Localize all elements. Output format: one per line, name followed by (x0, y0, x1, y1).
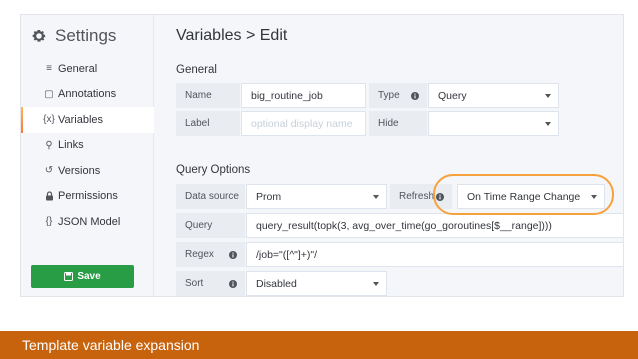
query-input[interactable]: query_result(topk(3, avg_over_time(go_go… (246, 213, 623, 238)
chevron-down-icon (591, 194, 597, 199)
regex-input[interactable]: /job="([^"]+)"/ (246, 242, 623, 267)
save-button-label: Save (77, 271, 101, 282)
regex-label: Regex (185, 249, 214, 260)
save-icon (64, 272, 74, 281)
sidebar-item-label: Links (58, 139, 84, 152)
sort-select-value: Disabled (256, 277, 297, 290)
sidebar-item-variables[interactable]: {x} Variables (21, 107, 154, 133)
type-select[interactable]: Query (428, 83, 559, 108)
variable-icon: {x} (43, 114, 55, 126)
datasource-select-value: Prom (256, 190, 282, 203)
chevron-down-icon (373, 281, 379, 286)
query-label: Query (176, 213, 245, 238)
settings-sidebar: Settings ≡ General ▢ Annotations {x} Var… (21, 15, 154, 296)
link-icon: ⚲ (45, 139, 53, 151)
settings-nav: ≡ General ▢ Annotations {x} Variables ⚲ … (21, 56, 154, 235)
lock-icon (42, 191, 56, 201)
settings-title: Settings (55, 26, 117, 45)
chevron-down-icon (373, 194, 379, 199)
type-label: Type (378, 90, 400, 101)
gear-icon (32, 30, 46, 42)
sidebar-item-label: JSON Model (58, 215, 121, 228)
sidebar-item-label: Versions (58, 164, 101, 177)
sort-label-cell: Sort (176, 271, 245, 296)
section-query-options-title: Query Options (176, 164, 251, 176)
sidebar-item-links[interactable]: ⚲ Links (21, 133, 154, 159)
chevron-down-icon (545, 93, 551, 98)
settings-header: Settings (31, 26, 116, 46)
sidebar-item-label: Annotations (58, 88, 117, 101)
sidebar-item-general[interactable]: ≡ General (21, 56, 154, 82)
json-icon: {} (45, 216, 53, 228)
refresh-label-cell: Refresh (390, 184, 452, 209)
refresh-label: Refresh (399, 191, 435, 202)
label-label: Label (176, 111, 240, 136)
type-select-value: Query (438, 89, 467, 102)
sort-select[interactable]: Disabled (246, 271, 387, 296)
main-content: Variables > Edit General Name big_routin… (155, 15, 623, 296)
info-icon (411, 91, 419, 100)
sidebar-item-label: Permissions (58, 190, 118, 203)
info-icon (229, 250, 237, 259)
sidebar-item-permissions[interactable]: Permissions (21, 184, 154, 210)
sidebar-item-json-model[interactable]: {} JSON Model (21, 209, 154, 235)
sort-label: Sort (185, 278, 204, 289)
section-general-title: General (176, 64, 217, 76)
sidebar-item-annotations[interactable]: ▢ Annotations (21, 82, 154, 108)
comment-icon: ▢ (44, 88, 54, 100)
label-input[interactable]: optional display name (241, 111, 366, 136)
hide-label: Hide (369, 111, 427, 136)
hide-select[interactable] (428, 111, 559, 136)
name-input[interactable]: big_routine_job (241, 83, 366, 108)
datasource-select[interactable]: Prom (246, 184, 387, 209)
type-label-cell: Type (369, 83, 427, 108)
slide-caption: Template variable expansion (0, 331, 638, 359)
save-button[interactable]: Save (31, 265, 134, 288)
refresh-select-value: On Time Range Change (467, 190, 581, 203)
page-title: Variables > Edit (176, 27, 288, 44)
sidebar-item-label: Variables (58, 113, 104, 126)
info-icon (229, 279, 237, 288)
settings-window: Settings ≡ General ▢ Annotations {x} Var… (20, 14, 624, 297)
info-icon (436, 192, 444, 201)
datasource-label: Data source (176, 184, 245, 209)
refresh-select[interactable]: On Time Range Change (457, 184, 605, 209)
history-icon: ↺ (44, 165, 54, 177)
sidebar-item-label: General (58, 62, 98, 75)
regex-label-cell: Regex (176, 242, 245, 267)
name-label: Name (176, 83, 240, 108)
sidebar-item-versions[interactable]: ↺ Versions (21, 158, 154, 184)
chevron-down-icon (545, 121, 551, 126)
sliders-icon: ≡ (46, 63, 52, 75)
